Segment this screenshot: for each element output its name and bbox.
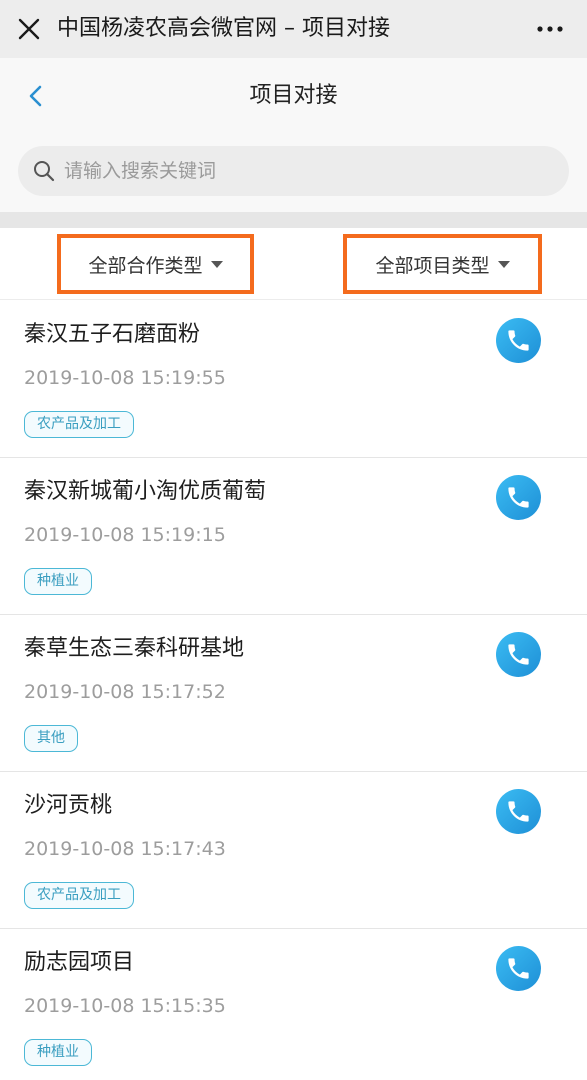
phone-icon[interactable] (496, 475, 541, 520)
project-tag: 农产品及加工 (24, 411, 134, 438)
project-tag: 农产品及加工 (24, 882, 134, 909)
project-tag: 种植业 (24, 568, 92, 595)
list-item[interactable]: 秦汉五子石磨面粉 2019-10-08 15:19:55 农产品及加工 (0, 301, 587, 458)
project-timestamp: 2019-10-08 15:17:52 (24, 681, 226, 703)
cooperation-type-label: 全部合作类型 (88, 254, 203, 277)
page-title: 项目对接 (249, 83, 338, 108)
caret-down-icon (497, 260, 510, 268)
project-timestamp: 2019-10-08 15:19:15 (24, 524, 226, 546)
project-title: 秦汉新城葡小淘优质葡萄 (24, 479, 267, 504)
project-type-label: 全部项目类型 (375, 254, 490, 277)
project-tag: 种植业 (24, 1039, 92, 1066)
more-horizontal-icon[interactable] (535, 14, 565, 44)
close-icon[interactable] (14, 14, 44, 44)
phone-icon[interactable] (496, 946, 541, 991)
search-input[interactable]: 请输入搜索关键词 (18, 146, 569, 196)
phone-icon[interactable] (496, 318, 541, 363)
list-item[interactable]: 励志园项目 2019-10-08 15:15:35 种植业 (0, 929, 587, 1080)
project-title: 秦汉五子石磨面粉 (24, 322, 201, 347)
list-item[interactable]: 秦汉新城葡小淘优质葡萄 2019-10-08 15:19:15 种植业 (0, 458, 587, 615)
list-item[interactable]: 秦草生态三秦科研基地 2019-10-08 15:17:52 其他 (0, 615, 587, 772)
page-header: 项目对接 (0, 58, 587, 134)
section-divider (0, 212, 587, 228)
project-title: 励志园项目 (24, 950, 135, 975)
project-title: 沙河贡桃 (24, 793, 113, 818)
project-type-filter[interactable]: 全部项目类型 (343, 234, 542, 294)
list-item[interactable]: 沙河贡桃 2019-10-08 15:17:43 农产品及加工 (0, 772, 587, 929)
project-timestamp: 2019-10-08 15:19:55 (24, 367, 226, 389)
caret-down-icon (210, 260, 223, 268)
app-top-bar: 中国杨凌农高会微官网 – 项目对接 (0, 0, 587, 58)
filter-bar: 全部合作类型 全部项目类型 (0, 228, 587, 300)
cooperation-type-filter[interactable]: 全部合作类型 (57, 234, 254, 294)
search-section: 请输入搜索关键词 (0, 134, 587, 212)
search-placeholder: 请输入搜索关键词 (64, 160, 217, 182)
search-icon (32, 159, 56, 183)
project-title: 秦草生态三秦科研基地 (24, 636, 245, 661)
phone-icon[interactable] (496, 789, 541, 834)
phone-icon[interactable] (496, 632, 541, 677)
project-tag: 其他 (24, 725, 78, 752)
app-title: 中国杨凌农高会微官网 – 项目对接 (57, 16, 390, 41)
project-list: 秦汉五子石磨面粉 2019-10-08 15:19:55 农产品及加工 秦汉新城… (0, 301, 587, 1080)
project-timestamp: 2019-10-08 15:15:35 (24, 995, 226, 1017)
project-timestamp: 2019-10-08 15:17:43 (24, 838, 226, 860)
